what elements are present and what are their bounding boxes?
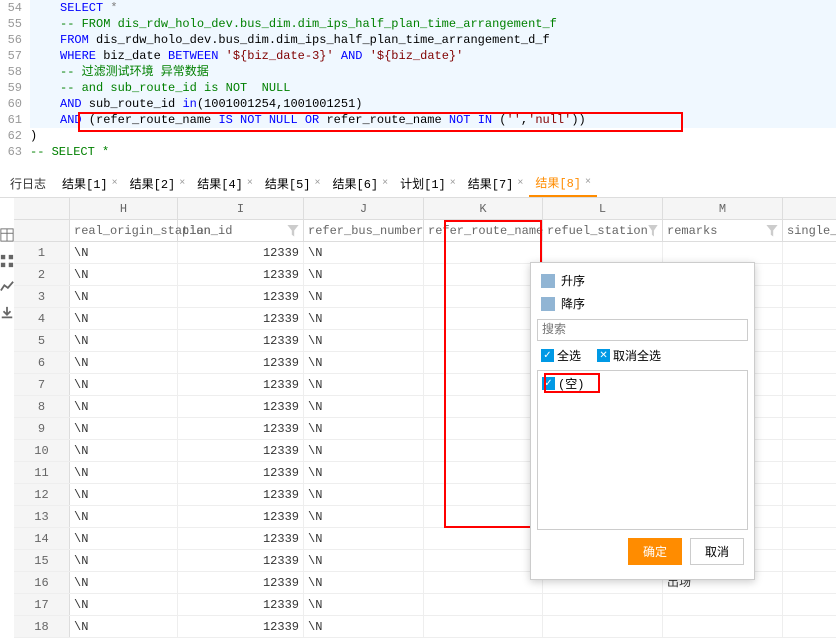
table-icon[interactable] xyxy=(0,228,14,242)
sort-asc[interactable]: 升序 xyxy=(537,269,748,292)
filter-icon[interactable] xyxy=(287,225,299,237)
column-filter-panel: 升序 降序 ✓全选 ✕取消全选 ✓(空) 确定 取消 xyxy=(530,262,755,580)
col-header-J[interactable]: J xyxy=(304,198,424,219)
filter-icon[interactable] xyxy=(766,225,778,237)
close-icon[interactable]: × xyxy=(382,178,388,189)
close-icon[interactable]: × xyxy=(450,178,456,189)
field-real_origin_station[interactable]: real_origin_station xyxy=(70,220,178,241)
grid-toolbar xyxy=(0,198,14,638)
grid-icon[interactable] xyxy=(0,254,14,268)
field-single_trip[interactable]: single_trip xyxy=(783,220,836,241)
tab-结果[7][interactable]: 结果[7]× xyxy=(462,170,530,197)
col-header-K[interactable]: K xyxy=(424,198,543,219)
code-line-58[interactable]: -- 过滤测试环境 异常数据 xyxy=(30,64,836,80)
cancel-button[interactable]: 取消 xyxy=(690,538,744,565)
column-letter-row: HIJKLM xyxy=(14,198,836,220)
close-icon[interactable]: × xyxy=(247,178,253,189)
deselect-all-checkbox[interactable]: ✕ xyxy=(597,349,610,362)
table-row[interactable]: 18 \N 12339 \N xyxy=(14,616,836,638)
sort-desc[interactable]: 降序 xyxy=(537,292,748,315)
tab-结果[4][interactable]: 结果[4]× xyxy=(191,170,259,197)
col-header-L[interactable]: L xyxy=(543,198,663,219)
empty-value-checkbox[interactable]: ✓ xyxy=(542,377,555,390)
code-line-61[interactable]: AND (refer_route_name IS NOT NULL OR ref… xyxy=(30,112,836,128)
field-header-row: real_origin_stationplan_idrefer_bus_numb… xyxy=(14,220,836,242)
code-line-63[interactable]: -- SELECT * xyxy=(30,144,836,160)
close-icon[interactable]: × xyxy=(517,178,523,189)
tab-结果[8][interactable]: 结果[8]× xyxy=(529,170,597,197)
field-refer_route_name[interactable]: refer_route_name xyxy=(424,220,543,241)
code-line-54[interactable]: SELECT * xyxy=(30,0,836,16)
tab-结果[1][interactable]: 结果[1]× xyxy=(56,170,124,197)
code-line-60[interactable]: AND sub_route_id in(1001001254,100100125… xyxy=(30,96,836,112)
field-plan_id[interactable]: plan_id xyxy=(178,220,304,241)
chart-line-icon[interactable] xyxy=(0,280,14,294)
log-tab[interactable]: 行日志 xyxy=(0,171,56,196)
tab-结果[5][interactable]: 结果[5]× xyxy=(259,170,327,197)
table-row[interactable]: 17 \N 12339 \N xyxy=(14,594,836,616)
sort-asc-icon xyxy=(541,274,555,288)
sort-desc-icon xyxy=(541,297,555,311)
filter-search-input[interactable] xyxy=(537,319,748,341)
tab-结果[2][interactable]: 结果[2]× xyxy=(124,170,192,197)
code-line-55[interactable]: -- FROM dis_rdw_holo_dev.bus_dim.dim_ips… xyxy=(30,16,836,32)
tab-结果[6][interactable]: 结果[6]× xyxy=(327,170,395,197)
code-line-57[interactable]: WHERE biz_date BETWEEN '${biz_date-3}' A… xyxy=(30,48,836,64)
filter-value-list[interactable]: ✓(空) xyxy=(537,370,748,530)
ok-button[interactable]: 确定 xyxy=(628,538,682,565)
field-remarks[interactable]: remarks xyxy=(663,220,783,241)
col-header-I[interactable]: I xyxy=(178,198,304,219)
select-all-checkbox[interactable]: ✓ xyxy=(541,349,554,362)
result-tabs: 行日志 结果[1]×结果[2]×结果[4]×结果[5]×结果[6]×计划[1]×… xyxy=(0,170,836,198)
col-header-H[interactable]: H xyxy=(70,198,178,219)
tab-计划[1][interactable]: 计划[1]× xyxy=(394,170,462,197)
close-icon[interactable]: × xyxy=(315,178,321,189)
code-line-62[interactable]: ) xyxy=(30,128,836,144)
field-refer_bus_number[interactable]: refer_bus_number xyxy=(304,220,424,241)
sql-editor[interactable]: 54SELECT *55-- FROM dis_rdw_holo_dev.bus… xyxy=(0,0,836,160)
field-refuel_station[interactable]: refuel_station xyxy=(543,220,663,241)
table-row[interactable]: 1 \N 12339 \N xyxy=(14,242,836,264)
download-icon[interactable] xyxy=(0,306,14,320)
code-line-59[interactable]: -- and sub_route_id is NOT NULL xyxy=(30,80,836,96)
col-header-M[interactable]: M xyxy=(663,198,783,219)
close-icon[interactable]: × xyxy=(112,178,118,189)
close-icon[interactable]: × xyxy=(179,178,185,189)
code-line-56[interactable]: FROM dis_rdw_holo_dev.bus_dim.dim_ips_ha… xyxy=(30,32,836,48)
close-icon[interactable]: × xyxy=(585,177,591,188)
filter-icon[interactable] xyxy=(648,225,658,237)
